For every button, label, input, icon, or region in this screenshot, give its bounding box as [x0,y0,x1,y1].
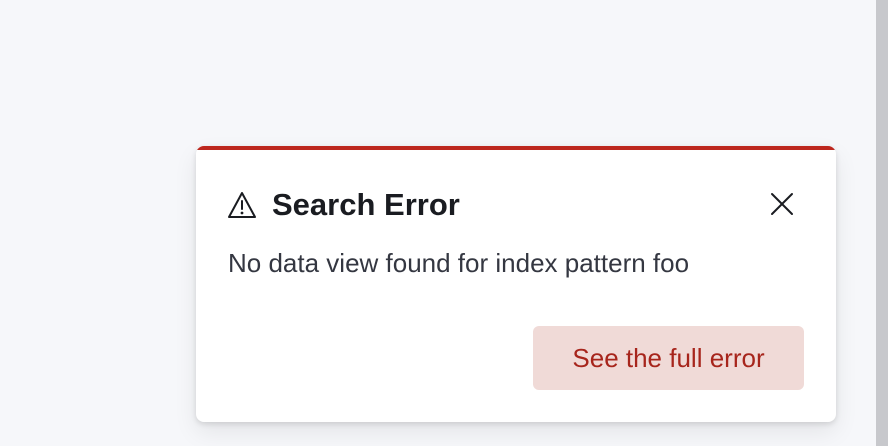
toast-accent-bar [196,146,836,150]
toast-header: Search Error [226,186,460,224]
toast-title: Search Error [272,187,460,222]
see-full-error-button[interactable]: See the full error [533,326,804,390]
close-button[interactable] [768,192,796,220]
scrollbar[interactable] [876,0,888,446]
close-icon [770,192,794,221]
warning-triangle-icon [226,190,258,220]
see-full-error-label: See the full error [572,342,765,373]
toast-message: No data view found for index pattern foo [228,248,690,278]
error-toast: Search Error No data view found for inde… [196,146,836,422]
